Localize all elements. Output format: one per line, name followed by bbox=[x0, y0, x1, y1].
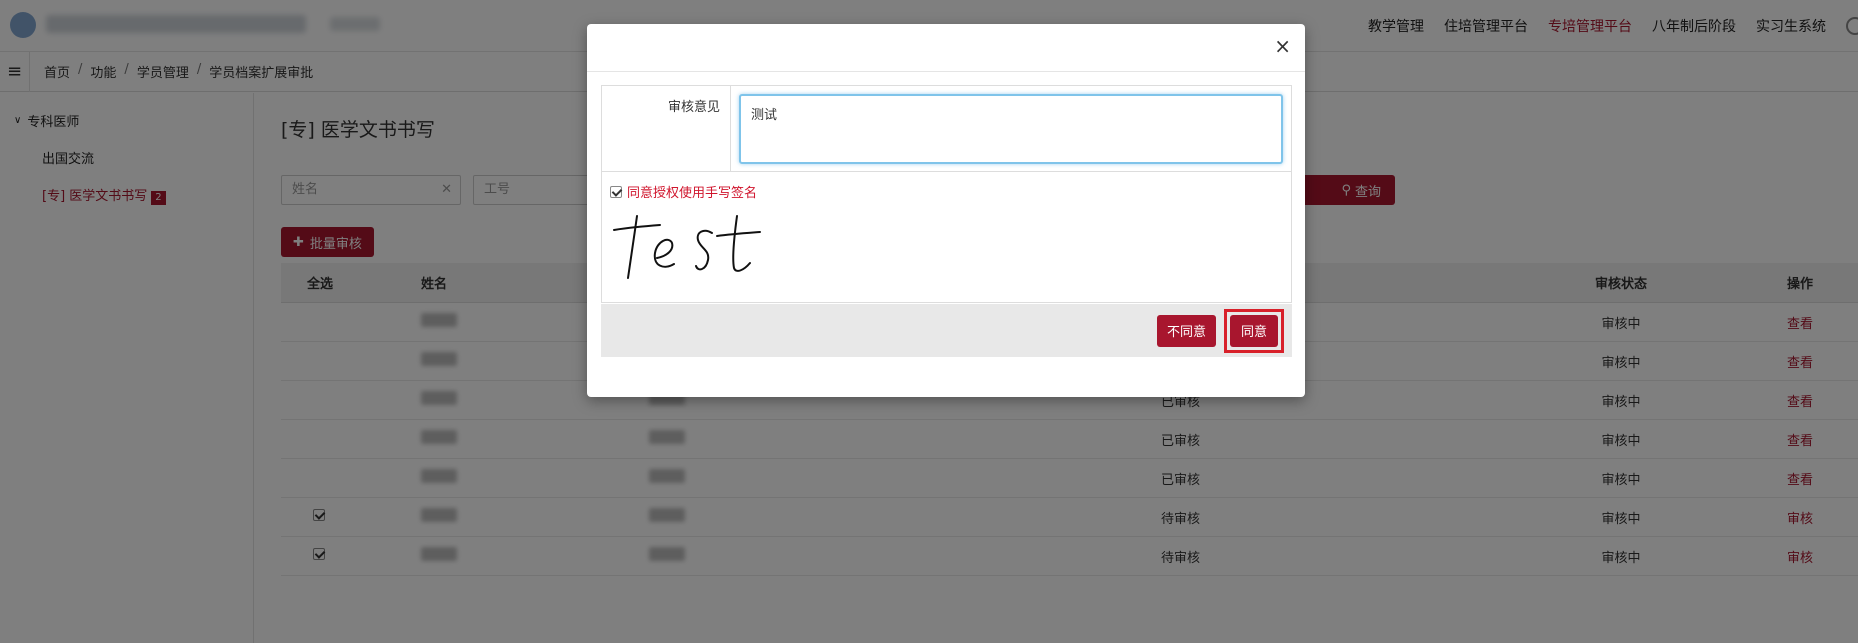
opinion-textarea[interactable] bbox=[739, 94, 1283, 164]
agree-button-highlight: 同意 bbox=[1224, 308, 1284, 353]
review-dialog: × 审核意见 同意授权使用手写签名 bbox=[587, 24, 1305, 397]
dialog-footer: 不同意 同意 bbox=[601, 304, 1292, 357]
opinion-label: 审核意见 bbox=[602, 86, 731, 171]
signature-row: 同意授权使用手写签名 bbox=[601, 171, 1292, 303]
opinion-field-wrap bbox=[731, 86, 1291, 171]
dialog-body: 审核意见 同意授权使用手写签名 bbox=[601, 85, 1292, 303]
consent-checkbox[interactable] bbox=[610, 185, 622, 198]
agree-button[interactable]: 同意 bbox=[1230, 314, 1278, 347]
signature-consent[interactable]: 同意授权使用手写签名 bbox=[610, 182, 757, 201]
handwritten-signature bbox=[613, 215, 761, 279]
dialog-header: × bbox=[587, 24, 1305, 72]
close-icon[interactable]: × bbox=[1274, 36, 1291, 56]
consent-label: 同意授权使用手写签名 bbox=[627, 186, 758, 201]
opinion-row: 审核意见 bbox=[601, 85, 1292, 171]
disagree-button[interactable]: 不同意 bbox=[1156, 314, 1216, 347]
